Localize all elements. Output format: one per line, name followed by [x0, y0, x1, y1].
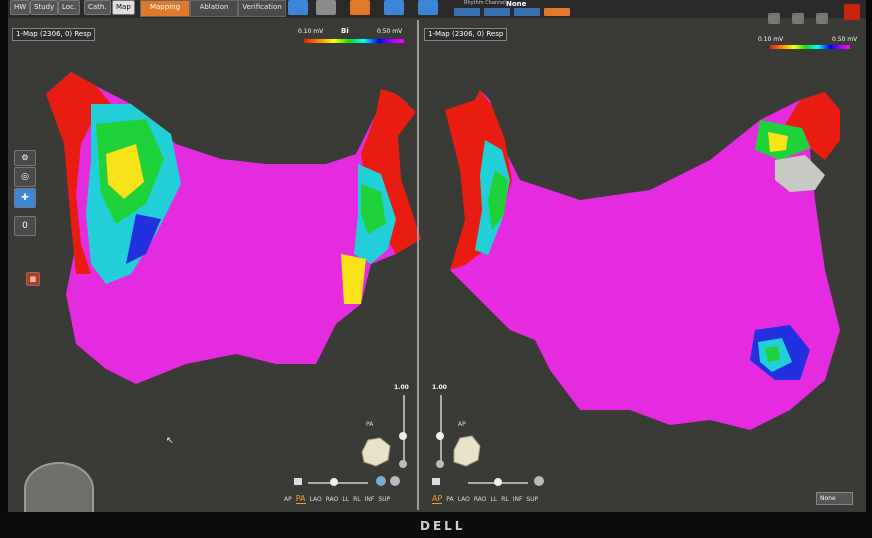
right-heart-thumbnail-icon: [453, 435, 481, 467]
left-voltage-map[interactable]: [36, 64, 426, 384]
left-opacity-value: 1.00: [394, 384, 409, 391]
mouse-cursor-icon: ↖: [166, 436, 174, 446]
channel-button-3[interactable]: [514, 8, 540, 16]
left-scale-max: 0.50 mV: [377, 28, 403, 35]
left-map-pane: 1-Map (2306, 0) Resp 0.10 mV Bi 0.50 mV …: [8, 20, 421, 508]
right-reset-icon[interactable]: [534, 476, 544, 486]
tab-hw[interactable]: HW: [10, 0, 31, 15]
right-view-ll[interactable]: LL: [491, 496, 498, 503]
right-view-inf[interactable]: INF: [513, 496, 523, 503]
left-heart-thumbnail-icon: [361, 437, 391, 467]
left-opacity-track[interactable]: [403, 395, 405, 465]
left-zoom-knob[interactable]: [330, 478, 338, 486]
right-view-lao[interactable]: LAO: [458, 496, 470, 503]
left-view-lao[interactable]: LAO: [310, 496, 322, 503]
ablation-mode-button[interactable]: Ablation: [190, 0, 238, 17]
channel-button-2[interactable]: [484, 8, 510, 16]
tag-icon[interactable]: ▦: [26, 272, 40, 286]
right-opacity-knob[interactable]: [436, 432, 444, 440]
right-voltage-map[interactable]: [430, 80, 850, 440]
right-view-pa[interactable]: PA: [446, 496, 453, 503]
verification-mode-button[interactable]: Verification: [238, 0, 286, 17]
right-map-pane: 1-Map (2306, 0) Resp 0.10 mV 0.50 mV 1.0…: [420, 20, 866, 508]
top-toolbar: HW Study Loc. Cath. Map Mapping Ablation…: [8, 0, 866, 24]
right-scale-max: 0.50 mV: [832, 36, 858, 43]
mapping-mode-button[interactable]: Mapping: [140, 0, 190, 17]
left-view-pa[interactable]: PA: [295, 494, 306, 504]
rhythm-channel-label: Rhythm Channel: [464, 0, 506, 6]
pane-divider[interactable]: [417, 20, 419, 510]
left-view-inf[interactable]: INF: [365, 496, 375, 503]
catheter-icon[interactable]: ✚: [14, 188, 36, 208]
monitor-brand-logo: DELL: [420, 519, 466, 533]
left-view-ll[interactable]: LL: [342, 496, 349, 503]
right-film-icon[interactable]: [432, 478, 440, 485]
left-color-scale: [304, 39, 404, 43]
point-tool-icon[interactable]: [350, 0, 370, 15]
right-view-buttons: AP PA LAO RAO LL RL INF SUP: [432, 494, 542, 504]
right-view-ap[interactable]: AP: [432, 494, 443, 504]
right-view-rao[interactable]: RAO: [474, 496, 487, 503]
geometry-tool-icon[interactable]: [316, 0, 336, 15]
left-zoom-slider[interactable]: [308, 482, 368, 484]
side-counter[interactable]: 0: [14, 216, 36, 236]
left-reset-icon[interactable]: [390, 476, 400, 486]
left-opacity-knob[interactable]: [399, 432, 407, 440]
rotate-icon[interactable]: ⚙: [14, 150, 36, 166]
tab-map[interactable]: Map: [112, 0, 135, 15]
right-zoom-knob[interactable]: [494, 478, 502, 486]
left-film-icon[interactable]: [294, 478, 302, 485]
right-view-sup[interactable]: SUP: [526, 496, 538, 503]
right-opacity-value: 1.00: [432, 384, 447, 391]
display-icon[interactable]: ◎: [14, 167, 36, 187]
channel-button-1[interactable]: [454, 8, 480, 16]
channel-button-4[interactable]: [544, 8, 570, 16]
left-globe-icon[interactable]: [376, 476, 386, 486]
map-tool-icon[interactable]: [288, 0, 308, 15]
right-color-scale: [770, 45, 850, 49]
left-view-label: PA: [366, 421, 374, 428]
right-toggle-knob[interactable]: [436, 460, 444, 468]
alert-icon[interactable]: [844, 4, 860, 20]
tab-cath[interactable]: Cath.: [84, 0, 111, 15]
rhythm-channel-value[interactable]: None: [506, 0, 526, 8]
tab-study[interactable]: Study: [30, 0, 59, 15]
screen: HW Study Loc. Cath. Map Mapping Ablation…: [8, 0, 866, 512]
right-scale-min: 0.10 mV: [758, 36, 784, 43]
right-view-rl[interactable]: RL: [501, 496, 509, 503]
rhythm-select[interactable]: None: [816, 492, 853, 505]
left-toggle-knob[interactable]: [399, 460, 407, 468]
tab-loc[interactable]: Loc.: [58, 0, 81, 15]
orientation-compass[interactable]: [24, 462, 94, 512]
camera-icon[interactable]: [384, 0, 404, 15]
left-map-select[interactable]: 1-Map (2306, 0) Resp: [12, 28, 96, 41]
right-opacity-track[interactable]: [440, 395, 442, 465]
left-scale-type: Bi: [341, 27, 349, 35]
left-view-sup[interactable]: SUP: [378, 496, 390, 503]
left-view-rl[interactable]: RL: [353, 496, 361, 503]
right-map-select[interactable]: 1-Map (2306, 0) Resp: [424, 28, 508, 41]
right-view-label: AP: [458, 421, 466, 428]
left-scale-min: 0.10 mV: [298, 28, 324, 35]
left-view-rao[interactable]: RAO: [326, 496, 339, 503]
left-view-buttons: AP PA LAO RAO LL RL INF SUP: [284, 494, 394, 504]
snapshot-icon[interactable]: [418, 0, 438, 15]
left-view-ap[interactable]: AP: [284, 496, 292, 503]
